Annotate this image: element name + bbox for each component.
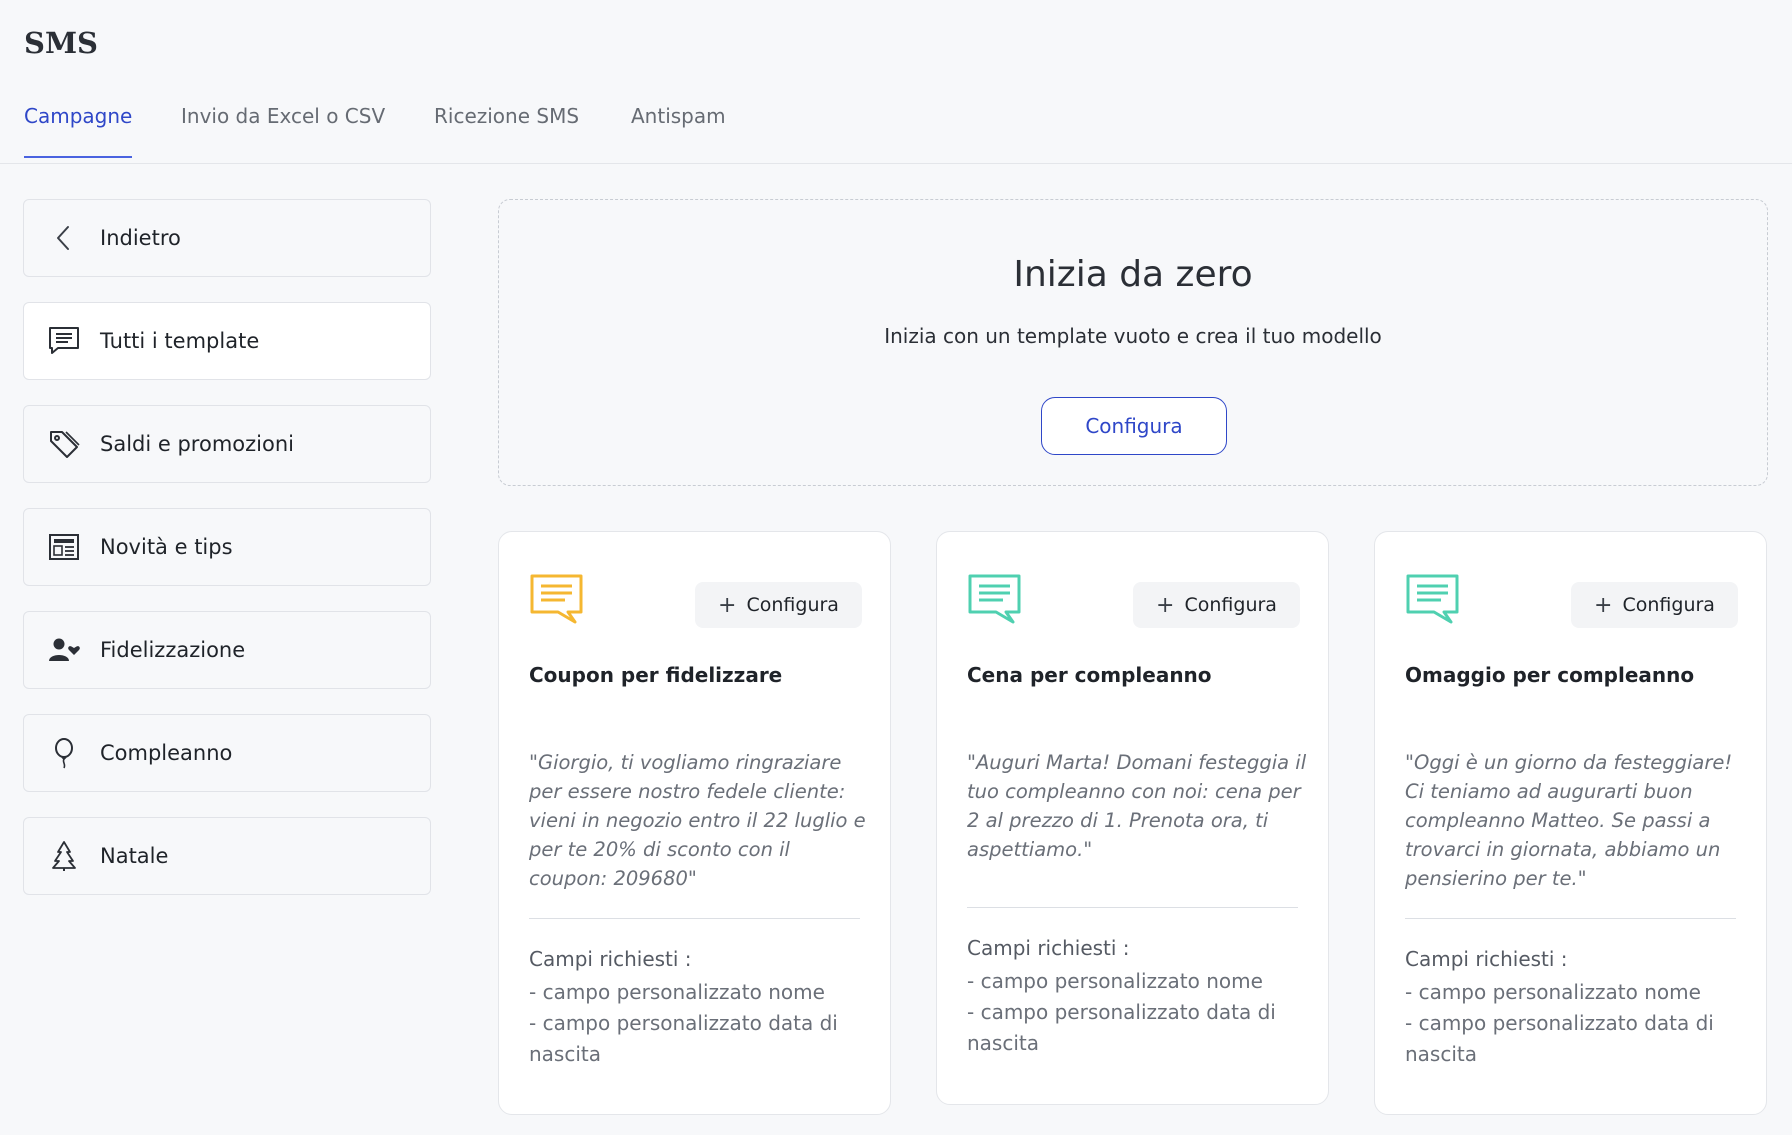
sidebar-item-label: Saldi e promozioni [100,432,294,456]
message-icon [529,572,585,628]
newspaper-icon [47,530,81,564]
configure-label: Configura [1184,594,1277,616]
sidebar-item-label: Natale [100,844,169,868]
card-divider [529,918,860,919]
plus-icon: + [1156,592,1175,618]
card-title: Omaggio per compleanno [1405,663,1695,687]
message-icon [967,572,1023,628]
sidebar-item-compleanno[interactable]: Compleanno [23,714,431,792]
required-field-item: - campo personalizzato nome [1405,980,1701,1004]
required-field-item: - campo personalizzato data di nascita [967,1000,1276,1055]
required-fields-title: Campi richiesti : [967,936,1130,960]
required-field-item: - campo personalizzato nome [967,969,1263,993]
sidebar-item-label: Indietro [100,226,181,250]
configure-blank-button[interactable]: Configura [1041,397,1227,455]
sidebar-item-label: Novità e tips [100,535,233,559]
card-title: Cena per compleanno [967,663,1212,687]
required-fields-list: - campo personalizzato nome - campo pers… [529,977,859,1070]
top-tabs: Campagne Invio da Excel o CSV Ricezione … [0,88,1792,164]
template-card: + Configura Coupon per fidelizzare "Gior… [498,531,891,1115]
sidebar-item-natale[interactable]: Natale [23,817,431,895]
required-fields-list: - campo personalizzato nome - campo pers… [967,966,1297,1059]
message-icon [1405,572,1461,628]
plus-icon: + [718,592,737,618]
required-fields-title: Campi richiesti : [1405,947,1568,971]
template-card: + Configura Cena per compleanno "Auguri … [936,531,1329,1105]
configure-label: Configura [1622,594,1715,616]
sidebar-item-saldi-promozioni[interactable]: Saldi e promozioni [23,405,431,483]
tab-invio-excel-csv[interactable]: Invio da Excel o CSV [181,104,385,158]
card-message: "Giorgio, ti vogliamo ringraziare per es… [529,751,866,890]
tree-icon [47,839,81,873]
card-divider [1405,918,1736,919]
sidebar-item-novita-tips[interactable]: Novità e tips [23,508,431,586]
required-fields-list: - campo personalizzato nome - campo pers… [1405,977,1735,1070]
balloon-icon [47,736,81,770]
configure-label: Configura [746,594,839,616]
configure-template-button[interactable]: + Configura [1133,582,1300,628]
tab-antispam[interactable]: Antispam [631,104,726,158]
hero-title: Inizia da zero [1013,254,1253,295]
card-title: Coupon per fidelizzare [529,663,783,687]
configure-template-button[interactable]: + Configura [695,582,862,628]
card-divider [967,907,1298,908]
user-heart-icon [47,633,81,667]
chevron-left-icon [47,221,81,255]
app-title: SMS [24,26,98,60]
sidebar-item-label: Compleanno [100,741,233,765]
card-message: "Auguri Marta! Domani festeggia il tuo c… [967,751,1307,861]
required-field-item: - campo personalizzato nome [529,980,825,1004]
tab-ricezione-sms[interactable]: Ricezione SMS [434,104,579,158]
sidebar-item-label: Fidelizzazione [100,638,246,662]
sidebar-item-fidelizzazione[interactable]: Fidelizzazione [23,611,431,689]
tab-campagne[interactable]: Campagne [24,104,133,158]
configure-template-button[interactable]: + Configura [1571,582,1738,628]
plus-icon: + [1594,592,1613,618]
start-from-scratch-panel: Inizia da zero Inizia con un template vu… [498,199,1768,486]
sidebar-item-label: Tutti i template [100,329,260,353]
hero-subtitle: Inizia con un template vuoto e crea il t… [884,324,1382,348]
template-card: + Configura Omaggio per compleanno "Oggi… [1374,531,1767,1115]
message-lines-icon [47,324,81,358]
tags-icon [47,427,81,461]
sidebar-item-indietro[interactable]: Indietro [23,199,431,277]
required-field-item: - campo personalizzato data di nascita [529,1011,838,1066]
required-fields-title: Campi richiesti : [529,947,692,971]
card-message: "Oggi è un giorno da festeggiare! Ci ten… [1405,751,1733,890]
sidebar-item-tutti-i-template[interactable]: Tutti i template [23,302,431,380]
required-field-item: - campo personalizzato data di nascita [1405,1011,1714,1066]
